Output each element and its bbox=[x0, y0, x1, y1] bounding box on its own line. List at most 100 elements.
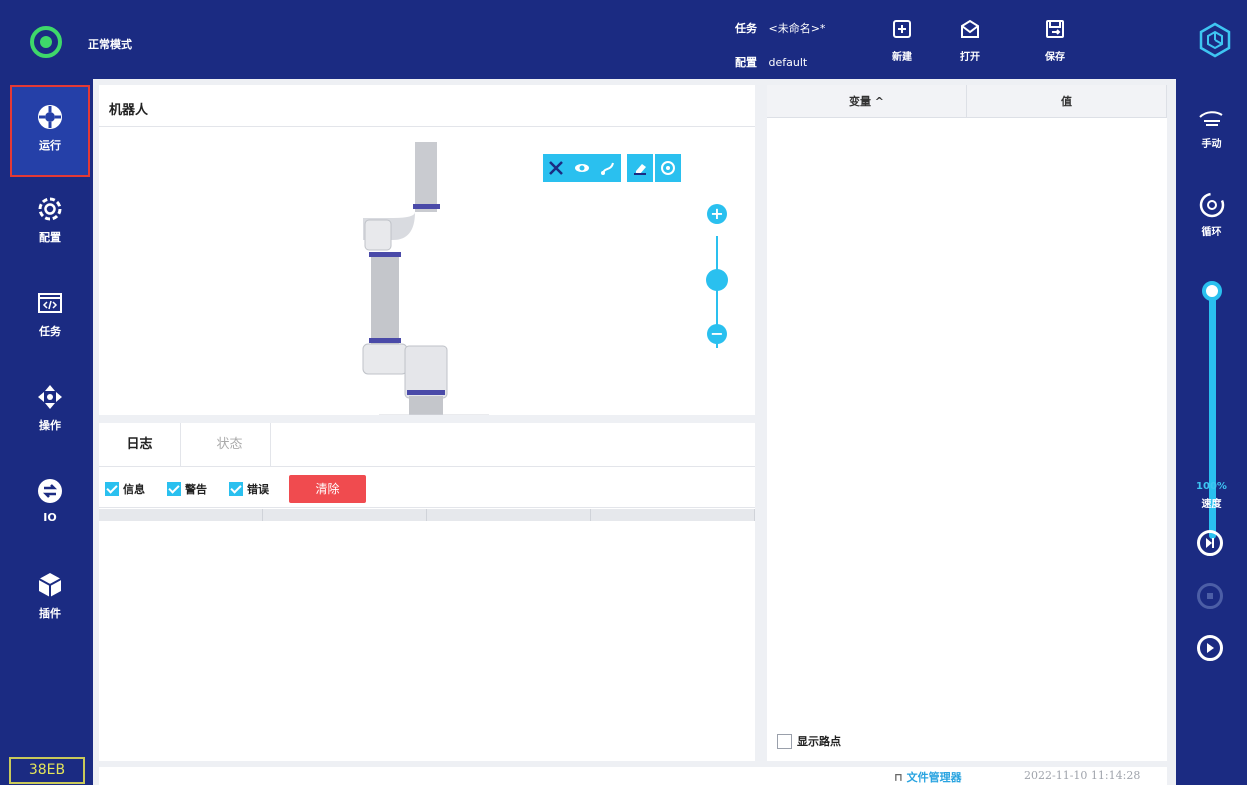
checkbox-checked-icon bbox=[167, 482, 181, 496]
show-waypoints-checkbox[interactable]: 显示路点 bbox=[777, 733, 841, 749]
save-icon bbox=[1046, 20, 1064, 38]
filter-label: 警告 bbox=[185, 483, 207, 496]
sidebar-item-run[interactable]: 运行 bbox=[10, 85, 90, 177]
log-column bbox=[427, 509, 591, 521]
eye-icon bbox=[575, 164, 589, 172]
checkbox-unchecked-icon bbox=[777, 733, 792, 749]
robot-3d-viewer[interactable]: + − bbox=[99, 128, 755, 415]
save-button[interactable]: 保存 bbox=[1030, 18, 1080, 70]
main-content: 机器人 + − 日志 状态 信息 警告 错误 清除 变量 ^ 值 显示路点 ⊓ … bbox=[93, 79, 1176, 785]
log-table-header bbox=[99, 509, 755, 521]
task-name: <未命名>* bbox=[768, 22, 826, 35]
gear-icon bbox=[38, 197, 62, 221]
device-id-badge: 38EB bbox=[9, 757, 85, 784]
stop-icon bbox=[1207, 593, 1213, 599]
filter-label: 错误 bbox=[247, 483, 269, 496]
code-icon bbox=[38, 293, 62, 313]
rotate-view-button[interactable] bbox=[655, 154, 681, 182]
sidebar-item-label: 配置 bbox=[39, 231, 61, 244]
sidebar-item-io[interactable]: IO bbox=[10, 461, 90, 553]
sidebar-item-task[interactable]: 任务 bbox=[10, 273, 90, 365]
tool-button[interactable] bbox=[543, 154, 569, 182]
show-waypoints-label: 显示路点 bbox=[797, 735, 841, 748]
tab-status[interactable]: 状态 bbox=[189, 423, 271, 467]
new-button[interactable]: 新建 bbox=[877, 18, 927, 70]
loop-label: 循环 bbox=[1201, 227, 1222, 238]
clock-display: 2022-11-10 11:14:28 bbox=[1024, 769, 1141, 782]
filter-info-checkbox[interactable]: 信息 bbox=[105, 481, 145, 497]
rotate-icon bbox=[661, 161, 675, 175]
checkbox-checked-icon bbox=[229, 482, 243, 496]
loop-mode-button[interactable]: 循环 bbox=[1176, 191, 1247, 238]
filter-error-checkbox[interactable]: 错误 bbox=[229, 481, 269, 497]
task-row: 任务 <未命名>* bbox=[735, 20, 825, 36]
status-indicator-icon bbox=[30, 26, 62, 58]
variables-panel: 变量 ^ 值 显示路点 bbox=[767, 85, 1167, 761]
left-sidebar: 运行 配置 任务 操作 IO 插件 38EB bbox=[0, 79, 93, 785]
eraser-button[interactable] bbox=[627, 154, 653, 182]
sidebar-item-label: 任务 bbox=[39, 325, 61, 338]
step-button[interactable] bbox=[1197, 530, 1223, 556]
speed-label: 速度 bbox=[1201, 499, 1222, 510]
variable-name-column-header[interactable]: 变量 ^ bbox=[767, 85, 967, 117]
move-icon bbox=[38, 385, 62, 409]
log-column bbox=[263, 509, 427, 521]
filter-label: 信息 bbox=[123, 483, 145, 496]
config-row: 配置 default bbox=[735, 54, 807, 70]
sidebar-item-plugin[interactable]: 插件 bbox=[10, 555, 90, 647]
open-folder-icon bbox=[961, 19, 979, 38]
brand-logo-icon bbox=[1199, 22, 1231, 58]
log-tab-bar: 日志 状态 bbox=[99, 423, 755, 467]
tab-log[interactable]: 日志 bbox=[99, 423, 181, 467]
speed-percent: 100% bbox=[1196, 481, 1227, 492]
task-key: 任务 bbox=[735, 22, 757, 35]
filter-warning-checkbox[interactable]: 警告 bbox=[167, 481, 207, 497]
right-sidebar: 手动 循环 100% 速度 bbox=[1176, 79, 1247, 785]
tool-icon bbox=[549, 161, 563, 175]
manual-label: 手动 bbox=[1201, 139, 1222, 150]
variable-value-column-header[interactable]: 值 bbox=[967, 85, 1167, 117]
hand-icon bbox=[1198, 111, 1223, 126]
plugin-icon bbox=[38, 573, 62, 597]
log-filter-row: 信息 警告 错误 清除 bbox=[99, 468, 755, 508]
mode-label: 正常模式 bbox=[88, 38, 132, 51]
run-icon bbox=[38, 105, 62, 129]
robot-panel-title: 机器人 bbox=[99, 85, 755, 127]
status-footer: ⊓ 文件管理器 2022-11-10 11:14:28 bbox=[99, 767, 1167, 785]
config-key: 配置 bbox=[735, 56, 757, 69]
robot-controller-app: 正常模式 任务 <未命名>* 配置 default 新建 打开 保存 运行 配置… bbox=[0, 0, 1247, 785]
robot-panel: 机器人 + − bbox=[99, 85, 755, 415]
eraser-icon bbox=[634, 164, 646, 175]
stop-button[interactable] bbox=[1197, 583, 1223, 609]
variables-table-header: 变量 ^ 值 bbox=[767, 85, 1167, 118]
log-column bbox=[99, 509, 263, 521]
log-column bbox=[591, 509, 755, 521]
play-button[interactable] bbox=[1197, 635, 1223, 661]
top-bar: 正常模式 任务 <未命名>* 配置 default 新建 打开 保存 bbox=[0, 0, 1247, 79]
sidebar-item-label: IO bbox=[43, 511, 57, 524]
sidebar-item-label: 插件 bbox=[39, 607, 61, 620]
play-icon bbox=[1207, 643, 1214, 653]
speed-slider-handle[interactable] bbox=[1202, 281, 1222, 301]
manual-mode-button[interactable]: 手动 bbox=[1176, 109, 1247, 150]
log-panel: 日志 状态 信息 警告 错误 清除 bbox=[99, 423, 755, 761]
sidebar-item-config[interactable]: 配置 bbox=[10, 179, 90, 271]
zoom-in-button[interactable]: + bbox=[707, 204, 727, 224]
open-button[interactable]: 打开 bbox=[945, 18, 995, 70]
clear-log-button[interactable]: 清除 bbox=[289, 475, 366, 503]
sidebar-item-label: 运行 bbox=[39, 139, 61, 152]
config-name: default bbox=[768, 56, 808, 69]
zoom-out-button[interactable]: − bbox=[707, 324, 727, 344]
sidebar-item-label: 操作 bbox=[39, 419, 61, 432]
loop-icon bbox=[1199, 192, 1224, 218]
open-label: 打开 bbox=[960, 52, 980, 63]
io-icon bbox=[38, 479, 62, 503]
view-toggle-button[interactable] bbox=[569, 154, 595, 182]
folder-icon: ⊓ bbox=[894, 771, 907, 784]
zoom-slider-handle[interactable] bbox=[706, 269, 728, 291]
sidebar-item-operate[interactable]: 操作 bbox=[10, 367, 90, 459]
checkbox-checked-icon bbox=[105, 482, 119, 496]
path-button[interactable] bbox=[595, 154, 621, 182]
save-label: 保存 bbox=[1045, 52, 1065, 63]
file-manager-link[interactable]: ⊓ 文件管理器 bbox=[894, 769, 962, 785]
